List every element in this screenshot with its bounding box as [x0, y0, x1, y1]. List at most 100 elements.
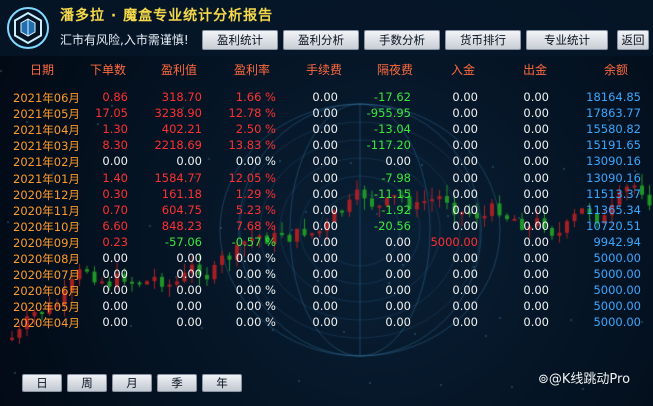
cell-date: 2020年06月 [13, 284, 80, 299]
cell-fee: 0.00 [312, 106, 338, 121]
column-header-profit: 盈利值 [161, 63, 198, 77]
cell-deposit: 0.00 [452, 186, 478, 201]
cell-balance: 18164.85 [586, 90, 641, 104]
cell-swap: -117.20 [366, 138, 411, 153]
tab-profit-analysis[interactable]: 盈利分析 [283, 30, 359, 50]
period-tab-week[interactable]: 周 [67, 374, 107, 392]
header: 潘多拉 · 魔盒专业统计分析报告 汇市有风险,入市需谨慎! 盈利统计 盈利分析 … [0, 0, 653, 56]
cell-withdraw: 0.00 [523, 122, 549, 137]
cell-swap: 0.00 [385, 154, 411, 169]
cell-orders: 1.30 [102, 122, 128, 137]
cell-deposit: 0.00 [452, 267, 478, 282]
column-header-date: 日期 [30, 63, 55, 77]
cell-orders: 1.40 [102, 170, 128, 185]
hex-cube-logo-icon [7, 7, 49, 49]
table-row: 2020年06月 0.00 0.00 0.00 % 0.00 0.00 0.00 0.00 50… [0, 283, 653, 299]
cell-fee: 0.00 [312, 90, 338, 104]
cell-withdraw: 0.00 [523, 154, 549, 169]
cell-balance: 9942.94 [593, 234, 641, 249]
cell-profit: 2218.69 [154, 138, 202, 153]
cell-date: 2020年04月 [13, 316, 80, 331]
cell-rate: 0.00 % [235, 251, 276, 265]
period-tab-quarter[interactable]: 季 [157, 374, 197, 392]
cell-deposit: 0.00 [452, 106, 478, 121]
cell-swap: 0.00 [385, 283, 411, 298]
cell-swap: -7.98 [381, 170, 411, 185]
table-row: 2021年02月 0.00 0.00 0.00 % 0.00 0.00 0.00 0.00 13… [0, 154, 653, 170]
table-row: 2020年11月 0.70 604.75 5.23 % 0.00 -1.92 0.00 0.0… [0, 203, 653, 219]
cell-date: 2020年11月 [13, 203, 80, 218]
cell-withdraw: 0.00 [523, 138, 549, 153]
cell-rate: 7.68 % [235, 218, 276, 233]
tab-pro-stats[interactable]: 专业统计 [526, 30, 608, 50]
cell-rate: 0.00 % [235, 299, 276, 314]
cell-withdraw: 0.00 [523, 283, 549, 298]
cell-fee: 0.00 [312, 251, 338, 265]
cell-deposit: 0.00 [452, 122, 478, 137]
cell-swap: -13.04 [373, 122, 411, 137]
table-row: 2020年10月 6.60 848.23 7.68 % 0.00 -20.56 0.00 0.… [0, 219, 653, 235]
cell-date: 2021年01月 [13, 171, 80, 186]
cell-profit: 0.00 [176, 315, 202, 330]
table-row: 2020年12月 0.30 161.18 1.29 % 0.00 -11.15 0.00 0.… [0, 187, 653, 203]
cell-profit: 0.00 [176, 267, 202, 282]
watermark: ⊚@K线跳动Pro [538, 368, 630, 387]
cell-balance: 17863.77 [586, 106, 641, 121]
cell-fee: 0.00 [312, 138, 338, 153]
cell-orders: 0.70 [102, 202, 128, 217]
table-row: 2020年05月 0.00 0.00 0.00 % 0.00 0.00 0.00 0.00 50… [0, 299, 653, 315]
cell-fee: 0.00 [312, 234, 338, 249]
cell-fee: 0.00 [312, 154, 338, 169]
cell-balance: 13090.16 [586, 154, 641, 169]
cell-fee: 0.00 [312, 267, 338, 282]
cell-rate: -0.57 % [231, 234, 276, 249]
cell-deposit: 0.00 [452, 299, 478, 314]
cell-date: 2021年04月 [13, 123, 80, 138]
cell-date: 2020年08月 [13, 252, 80, 266]
cell-orders: 0.00 [102, 299, 128, 314]
cell-swap: 0.00 [385, 267, 411, 282]
cell-deposit: 0.00 [452, 90, 478, 104]
cell-profit: 0.00 [176, 283, 202, 298]
period-tab-year[interactable]: 年 [202, 374, 242, 392]
back-button[interactable]: 返回 [617, 30, 649, 50]
cell-orders: 0.86 [102, 90, 128, 104]
column-header-withdraw: 出金 [523, 63, 548, 77]
weibo-icon: ⊚ [538, 372, 549, 387]
cell-fee: 0.00 [312, 202, 338, 217]
cell-date: 2020年10月 [13, 219, 80, 234]
cell-orders: 0.30 [102, 186, 128, 201]
cell-balance: 5000.00 [593, 267, 641, 282]
tab-profit-stats[interactable]: 盈利统计 [202, 30, 278, 50]
cell-balance: 11513.37 [586, 186, 641, 201]
table-row: 2021年05月 17.05 3238.90 12.78 % 0.00 -955.95 0.… [0, 106, 653, 122]
cell-date: 2020年05月 [13, 300, 80, 315]
cell-withdraw: 0.00 [523, 90, 549, 104]
period-tab-month[interactable]: 月 [112, 374, 152, 392]
cell-profit: 0.00 [176, 251, 202, 265]
cell-withdraw: 0.00 [523, 251, 549, 265]
tab-currency-ranking[interactable]: 货币排行 [445, 30, 521, 50]
cell-swap: -20.56 [373, 218, 411, 233]
cell-date: 2020年07月 [13, 268, 80, 283]
period-tab-day[interactable]: 日 [22, 374, 62, 392]
cell-date: 2020年12月 [13, 187, 80, 202]
cell-rate: 5.23 % [235, 202, 276, 217]
cell-withdraw: 0.00 [523, 267, 549, 282]
cell-orders: 17.05 [95, 106, 128, 121]
cell-profit: 604.75 [161, 202, 202, 217]
cell-balance: 10720.51 [586, 218, 641, 233]
cell-rate: 0.00 % [235, 154, 276, 169]
cell-fee: 0.00 [312, 299, 338, 314]
tab-lot-analysis[interactable]: 手数分析 [364, 30, 440, 50]
cell-date: 2021年03月 [13, 139, 80, 154]
cell-fee: 0.00 [312, 170, 338, 185]
cell-balance: 5000.00 [593, 251, 641, 265]
cell-orders: 0.00 [102, 251, 128, 265]
cell-rate: 0.00 % [235, 267, 276, 282]
cell-profit: 402.21 [161, 122, 202, 137]
cell-withdraw: 0.00 [523, 234, 549, 249]
cell-rate: 12.78 % [228, 106, 276, 121]
cell-deposit: 0.00 [452, 202, 478, 217]
cell-deposit: 5000.00 [430, 234, 478, 249]
